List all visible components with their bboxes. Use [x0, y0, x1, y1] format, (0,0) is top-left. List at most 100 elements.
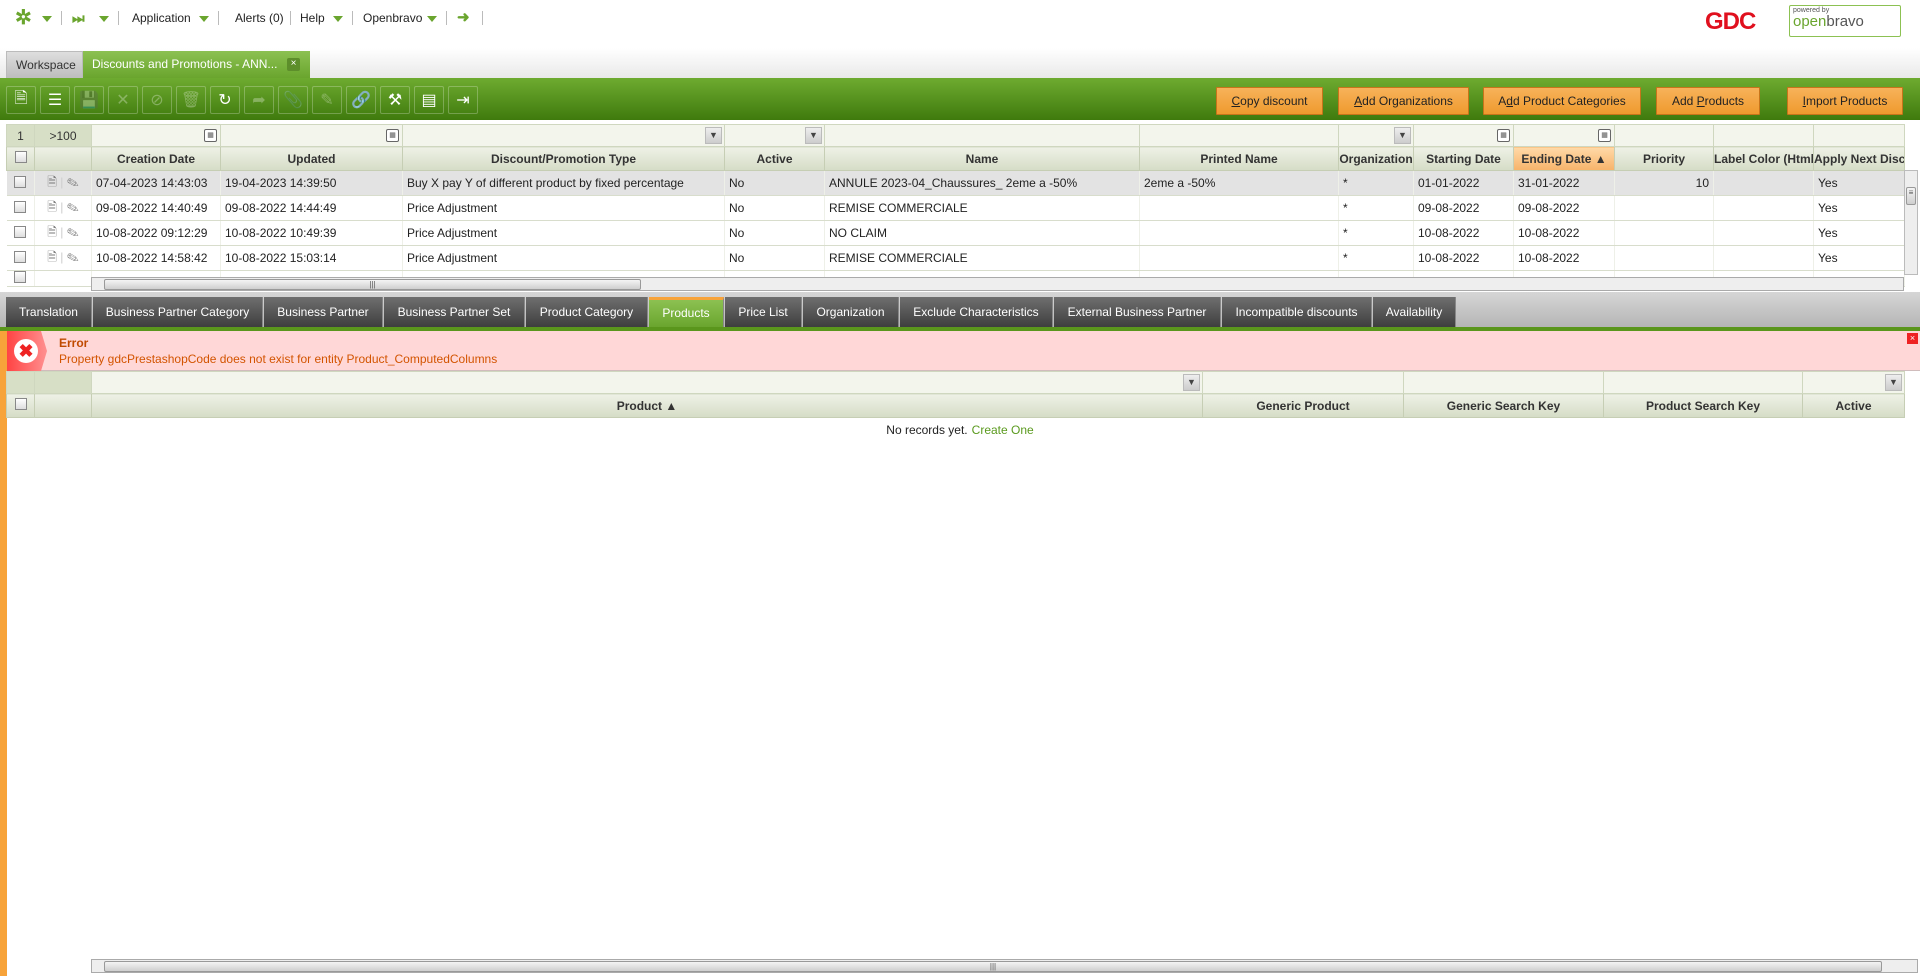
subtab-exclude-characteristics[interactable]: Exclude Characteristics [900, 297, 1053, 327]
vertical-scrollbar[interactable]: ≡ [1904, 170, 1918, 275]
grid-form-toggle-button[interactable]: ▤ [414, 86, 444, 114]
column-header[interactable]: Starting Date [1413, 146, 1514, 171]
table-row[interactable]: 🗎 | ✎ 09-08-2022 14:40:49 09-08-2022 14:44… [6, 195, 1905, 221]
subtab-business-partner-set[interactable]: Business Partner Set [384, 297, 525, 327]
subtab-incompatible-discounts[interactable]: Incompatible discounts [1222, 297, 1372, 327]
link-button[interactable]: 🔗 [346, 86, 376, 114]
fast-forward-icon[interactable]: ⏭ [72, 8, 85, 28]
filter-starting-date[interactable]: ▦ [1413, 124, 1514, 147]
customize-button[interactable]: ⚒ [380, 86, 410, 114]
add-products-button[interactable]: Add Products [1656, 87, 1760, 115]
create-one-link[interactable]: Create One [972, 423, 1034, 437]
table-row[interactable]: 🗎 | ✎ 10-08-2022 09:12:29 10-08-2022 10:49… [6, 220, 1905, 246]
subtab-availability[interactable]: Availability [1373, 297, 1456, 327]
edit-pencil-icon[interactable]: ✎ [67, 175, 79, 189]
edit-pencil-icon[interactable]: ✎ [67, 200, 79, 214]
edit-pencil-icon[interactable]: ✎ [67, 225, 79, 239]
filter-creation-date[interactable]: ▦ [91, 124, 221, 147]
add-organizations-button[interactable]: Add Organizations [1338, 87, 1469, 115]
row-checkbox[interactable] [6, 245, 35, 271]
import-button[interactable]: ⇥ [448, 86, 478, 114]
tab-workspace[interactable]: Workspace [6, 51, 83, 78]
alerts-link[interactable]: Alerts (0) [235, 8, 284, 28]
horizontal-scrollbar[interactable]: ||| [91, 959, 1918, 973]
dropdown-icon[interactable]: ▼ [705, 127, 722, 144]
subtab-business-partner[interactable]: Business Partner [264, 297, 383, 327]
table-row[interactable]: 🗎 | ✎ 10-08-2022 14:58:42 10-08-2022 15:03… [6, 245, 1905, 271]
add-product-categories-button[interactable]: Add Product Categories [1483, 87, 1641, 115]
filter-generic-search-key[interactable] [1403, 371, 1604, 394]
chevron-down-icon[interactable] [199, 16, 209, 22]
dropdown-icon[interactable]: ▼ [1183, 374, 1200, 391]
new-row-button[interactable]: ☰ [40, 86, 70, 114]
select-all-checkbox[interactable] [6, 146, 35, 171]
row-checkbox[interactable] [6, 170, 35, 196]
subtab-products[interactable]: Products [649, 297, 724, 327]
filter-updated[interactable]: ▦ [220, 124, 403, 147]
calendar-icon[interactable]: ▦ [1598, 129, 1611, 142]
application-menu[interactable]: Application [132, 8, 191, 28]
column-header[interactable]: Apply Next Disco [1813, 146, 1905, 171]
chevron-down-icon[interactable] [99, 16, 109, 22]
subtab-translation[interactable]: Translation [6, 297, 92, 327]
subtab-organization[interactable]: Organization [803, 297, 899, 327]
filter-product[interactable]: ▼ [91, 371, 1203, 394]
open-form-icon[interactable]: 🗎 [47, 225, 57, 239]
select-all-checkbox[interactable] [6, 393, 35, 418]
column-header[interactable]: Name [824, 146, 1140, 171]
column-header[interactable]: Generic Product [1202, 393, 1404, 418]
filter-label-color[interactable] [1713, 124, 1814, 147]
filter-active[interactable]: ▼ [1802, 371, 1905, 394]
filter-printed-name[interactable] [1139, 124, 1339, 147]
calendar-icon[interactable]: ▦ [204, 129, 217, 142]
filter-ending-date[interactable]: ▦ [1513, 124, 1615, 147]
filter-generic-product[interactable] [1202, 371, 1404, 394]
dropdown-icon[interactable]: ▼ [1394, 127, 1411, 144]
new-document-button[interactable]: 🗎 [6, 86, 36, 114]
chevron-down-icon[interactable] [42, 16, 52, 22]
column-header[interactable]: Discount/Promotion Type [402, 146, 725, 171]
close-error-icon[interactable]: × [1907, 333, 1918, 344]
column-header[interactable]: Product Search Key [1603, 393, 1803, 418]
import-products-button[interactable]: Import Products [1787, 87, 1903, 115]
column-header[interactable]: Priority [1614, 146, 1714, 171]
open-form-icon[interactable]: 🗎 [47, 175, 57, 189]
filter-type[interactable]: ▼ [402, 124, 725, 147]
calendar-icon[interactable]: ▦ [1497, 129, 1510, 142]
edit-pencil-icon[interactable]: ✎ [67, 250, 79, 264]
openbravo-menu[interactable]: Openbravo [363, 8, 422, 28]
column-header[interactable]: Printed Name [1139, 146, 1339, 171]
open-form-icon[interactable]: 🗎 [47, 250, 57, 264]
chevron-down-icon[interactable] [427, 16, 437, 22]
filter-apply-next[interactable] [1813, 124, 1905, 147]
copy-discount-button[interactable]: Copy discount [1216, 87, 1323, 115]
open-form-icon[interactable]: 🗎 [47, 200, 57, 214]
dropdown-icon[interactable]: ▼ [805, 127, 822, 144]
chevron-down-icon[interactable] [333, 16, 343, 22]
filter-priority[interactable] [1614, 124, 1714, 147]
filter-name[interactable] [824, 124, 1140, 147]
column-header[interactable]: Active [1802, 393, 1905, 418]
scrollbar-thumb[interactable]: ||| [104, 279, 641, 290]
filter-organization[interactable]: ▼ [1338, 124, 1414, 147]
filter-active[interactable]: ▼ [724, 124, 825, 147]
horizontal-scrollbar[interactable]: ||| [91, 277, 1904, 291]
tab-discounts-and-promotions[interactable]: Discounts and Promotions - ANN... × [83, 51, 310, 78]
scrollbar-thumb[interactable]: ||| [104, 961, 1882, 972]
help-menu[interactable]: Help [300, 8, 325, 28]
dropdown-icon[interactable]: ▼ [1885, 374, 1902, 391]
column-header[interactable]: Label Color (Html) [1713, 146, 1814, 171]
column-header[interactable]: Active [724, 146, 825, 171]
calendar-icon[interactable]: ▦ [386, 129, 399, 142]
subtab-external-business-partner[interactable]: External Business Partner [1054, 297, 1221, 327]
column-header[interactable]: Creation Date [91, 146, 221, 171]
column-header[interactable]: Product ▲ [91, 393, 1203, 418]
filter-product-search-key[interactable] [1603, 371, 1803, 394]
row-checkbox[interactable] [6, 195, 35, 221]
column-header[interactable]: Generic Search Key [1403, 393, 1604, 418]
refresh-button[interactable]: ↻ [210, 86, 240, 114]
subtab-business-partner-category[interactable]: Business Partner Category [93, 297, 263, 327]
subtab-price-list[interactable]: Price List [725, 297, 802, 327]
subtab-product-category[interactable]: Product Category [526, 297, 648, 327]
quick-launch-icon[interactable]: ✲ [15, 8, 32, 28]
